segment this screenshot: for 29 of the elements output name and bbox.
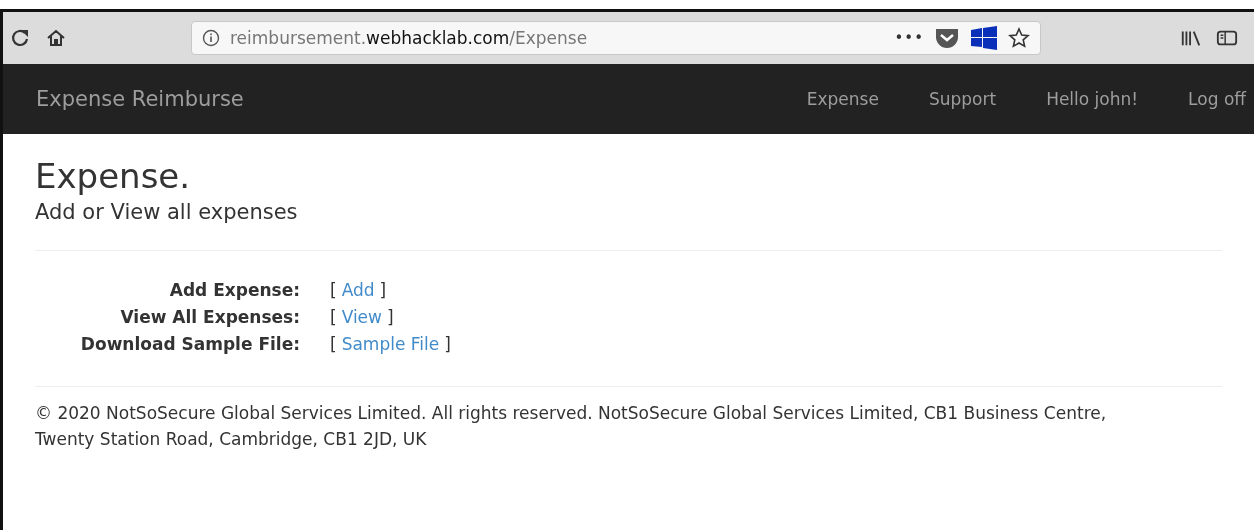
brand-link[interactable]: Expense Reimburse [36,87,757,111]
address-bar[interactable]: reimbursement.webhacklab.com/Expense ••• [191,21,1041,55]
field-label: Download Sample File: [80,333,300,356]
nav-link[interactable]: Support [928,89,997,109]
reload-icon[interactable] [9,27,31,49]
page-actions-button[interactable]: ••• [894,29,924,47]
action-link[interactable]: View [341,306,382,330]
bracket-text: [ [330,333,337,356]
field-label: View All Expenses: [119,306,300,330]
page-title: Expense. [35,155,192,198]
nav-link[interactable]: Hello john! [1046,89,1139,109]
bracket-text: [ [330,306,337,330]
field-label: Add Expense: [168,279,300,303]
url-text: reimbursement.webhacklab.com/Expense [230,28,589,48]
action-link[interactable]: Sample File [341,333,440,356]
bracket-text: ] [444,333,451,356]
bracket-text: ] [387,306,394,330]
windows-logo-icon[interactable] [970,26,998,50]
footer-text: © 2020 NotSoSecure Global Services Limited. All rights reserved. NotSoSecure Global Services Limited, CB1 Business Centre, Twenty Station Road, Cambridge, CB1 2JD, UK [35,402,1108,451]
star-icon[interactable] [1008,27,1030,49]
page-subtitle: Add or View all expenses [35,200,299,225]
pocket-icon[interactable] [934,27,960,49]
action-link[interactable]: Add [341,279,375,303]
bracket-text: [ [330,279,337,303]
nav-link[interactable]: Expense [806,89,879,109]
bracket-text: ] [379,279,387,303]
home-icon[interactable] [45,27,67,49]
nav-link[interactable]: Log off [1188,89,1246,109]
info-icon[interactable] [202,29,220,47]
